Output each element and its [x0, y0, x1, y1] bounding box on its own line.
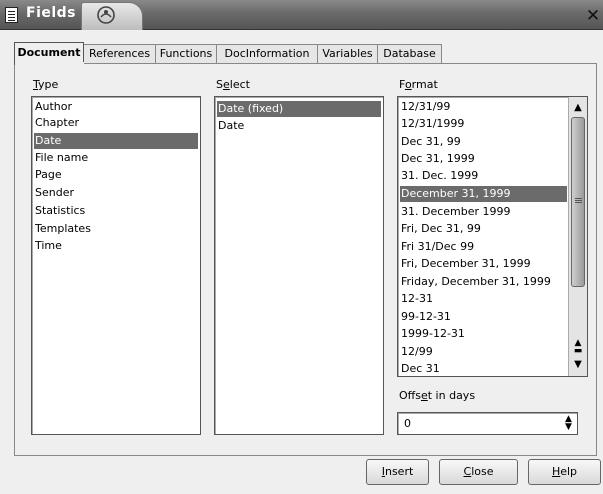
- format-item[interactable]: Fri, December 31, 1999: [400, 256, 567, 272]
- format-label-rest: rmat: [411, 78, 438, 91]
- help-button[interactable]: Help: [528, 459, 601, 485]
- window-title: Fields: [26, 5, 77, 21]
- type-item-templates[interactable]: Templates: [34, 221, 198, 237]
- scroll-page-up-icon[interactable]: ▲ ▬: [570, 339, 586, 356]
- select-label: Select: [216, 78, 250, 91]
- format-item[interactable]: 12-31: [400, 291, 567, 307]
- format-item[interactable]: Friday, December 31, 1999: [400, 274, 567, 290]
- format-item[interactable]: 31. December 1999: [400, 204, 567, 220]
- tab-references[interactable]: References: [83, 44, 156, 64]
- type-label: Type: [33, 78, 58, 91]
- openoffice-logo-icon: [97, 6, 115, 24]
- select-listbox[interactable]: Date (fixed) Date: [214, 96, 384, 435]
- tab-docinformation[interactable]: DocInformation: [216, 44, 318, 64]
- tab-functions[interactable]: Functions: [155, 44, 217, 64]
- format-label: Format: [399, 78, 438, 91]
- format-listbox[interactable]: 12/31/99 12/31/1999 Dec 31, 99 Dec 31, 1…: [397, 96, 588, 377]
- close-label: lose: [471, 465, 494, 478]
- select-label-rest: lect: [229, 78, 250, 91]
- close-icon[interactable]: ✕: [583, 6, 603, 26]
- help-label: elp: [560, 465, 578, 478]
- spin-updown-icon[interactable]: ▲ ▼: [563, 415, 574, 432]
- offset-value[interactable]: 0: [404, 417, 411, 430]
- fields-dialog: Fields ✕ Document References Functions D…: [0, 0, 603, 494]
- format-item[interactable]: Dec 31, 99: [400, 134, 567, 150]
- format-item[interactable]: 12/99: [400, 344, 567, 360]
- format-item[interactable]: 1999-12-31: [400, 326, 567, 342]
- insert-button[interactable]: Insert: [366, 459, 429, 485]
- format-scrollbar[interactable]: ▲ ▲ ▬ ▼: [568, 97, 587, 376]
- format-item-selected[interactable]: December 31, 1999: [400, 186, 567, 202]
- type-item-date[interactable]: Date: [34, 133, 198, 149]
- select-item-date[interactable]: Date: [217, 118, 381, 134]
- offset-label-first: Offs: [399, 389, 421, 402]
- tab-join: [15, 62, 84, 65]
- type-item-file-name[interactable]: File name: [34, 150, 198, 166]
- scroll-down-arrow-icon[interactable]: ▼: [570, 357, 586, 373]
- select-item-date-fixed[interactable]: Date (fixed): [217, 101, 381, 117]
- tab-database[interactable]: Database: [377, 44, 442, 64]
- type-item-sender[interactable]: Sender: [34, 185, 198, 201]
- format-label-mnemonic: o: [404, 78, 412, 91]
- insert-label: nsert: [384, 465, 414, 478]
- select-label-first: S: [216, 78, 223, 91]
- document-icon: [5, 7, 18, 23]
- title-bar[interactable]: Fields ✕: [0, 0, 603, 30]
- offset-label: Offset in days: [399, 389, 475, 402]
- scroll-up-arrow-icon[interactable]: ▲: [570, 100, 586, 116]
- format-item[interactable]: 12/31/1999: [400, 116, 567, 132]
- format-item[interactable]: 12/31/99: [400, 99, 567, 115]
- type-label-rest: ype: [38, 78, 59, 91]
- select-label-mnemonic: e: [222, 78, 230, 91]
- format-item[interactable]: Dec 31: [400, 361, 567, 376]
- type-listbox[interactable]: Author Chapter Date File name Page Sende…: [31, 96, 201, 435]
- format-item[interactable]: 99-12-31: [400, 309, 567, 325]
- type-item-chapter[interactable]: Chapter: [34, 115, 198, 131]
- close-button[interactable]: Close: [439, 459, 518, 485]
- type-item-author[interactable]: Author: [34, 99, 198, 115]
- format-item[interactable]: Fri, Dec 31, 99: [400, 221, 567, 237]
- help-mnemonic: H: [551, 465, 561, 478]
- offset-in-days-field[interactable]: 0 ▲ ▼: [397, 412, 578, 435]
- tab-variables[interactable]: Variables: [317, 44, 378, 64]
- scrollbar-thumb[interactable]: [571, 117, 585, 287]
- format-item[interactable]: 31. Dec. 1999: [400, 168, 567, 184]
- type-item-time[interactable]: Time: [34, 238, 198, 254]
- grip-icon: [575, 198, 582, 199]
- format-item[interactable]: Fri 31/Dec 99: [400, 239, 567, 255]
- type-item-page[interactable]: Page: [34, 167, 198, 183]
- offset-label-mnemonic: e: [420, 389, 428, 402]
- format-item[interactable]: Dec 31, 1999: [400, 151, 567, 167]
- offset-label-rest: t in days: [427, 389, 476, 402]
- type-item-statistics[interactable]: Statistics: [34, 203, 198, 219]
